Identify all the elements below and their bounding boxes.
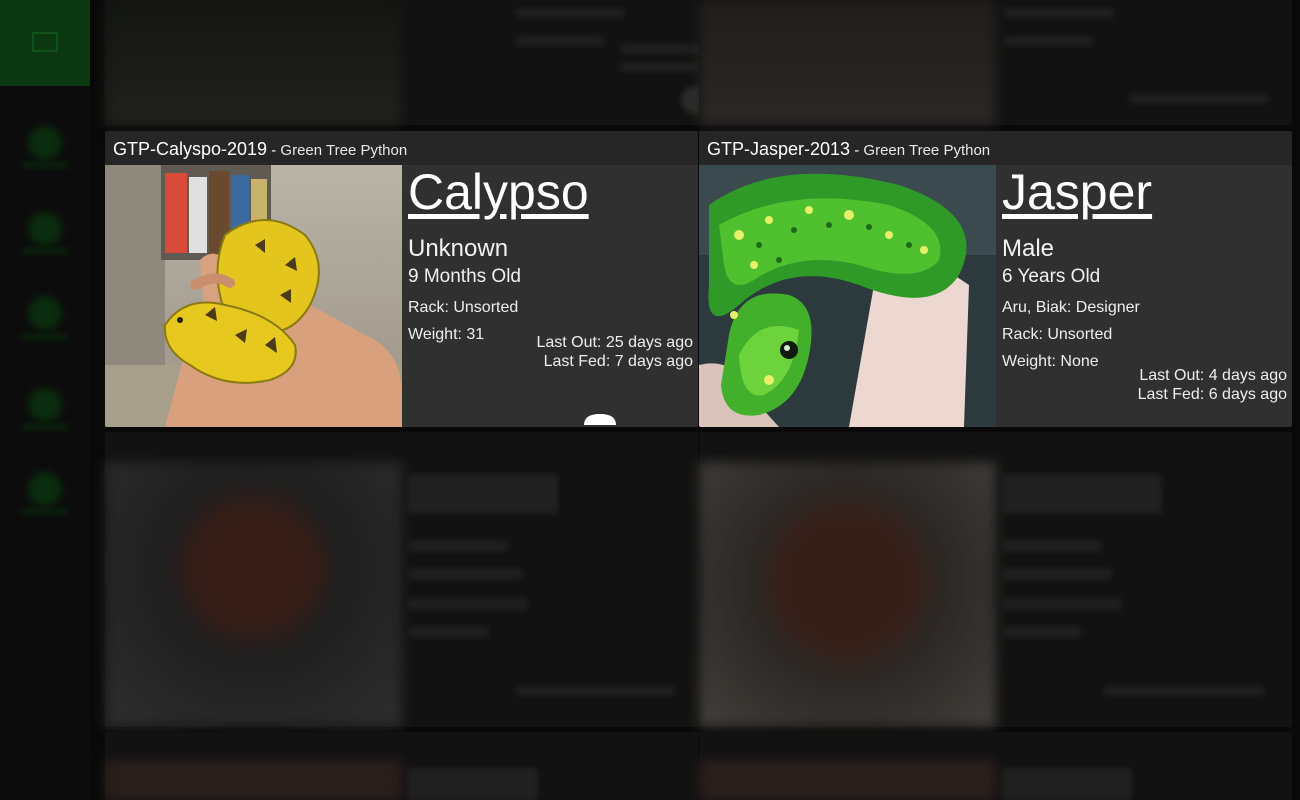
- last-fed: Last Fed: 7 days ago: [543, 353, 693, 370]
- species-label: Green Tree Python: [280, 142, 408, 159]
- activity-stamps: Last Out: 25 days ago Last Fed: 7 days a…: [536, 333, 693, 371]
- animal-card-calypso[interactable]: GTP-Calyspo-2019 - Green Tree Python Cal…: [105, 131, 698, 427]
- activity-stamps: Last Out: 4 days ago Last Fed: 6 days ag…: [1138, 366, 1287, 404]
- card-header-title: GTP-Jasper-2013 - Green Tree Python: [707, 139, 990, 160]
- animal-weight: Weight: 31: [408, 326, 485, 343]
- animal-rack: Rack: Unsorted: [408, 299, 519, 316]
- last-out: Last Out: 25 days ago: [536, 334, 693, 351]
- last-out: Last Out: 4 days ago: [1139, 367, 1287, 384]
- animal-photo[interactable]: [699, 165, 996, 427]
- animal-sex: Male: [1002, 235, 1055, 262]
- header-separator: -: [850, 142, 864, 159]
- species-label: Green Tree Python: [863, 142, 991, 159]
- animal-rack: Rack: Unsorted: [1002, 326, 1113, 343]
- animal-name-link[interactable]: Jasper: [1002, 165, 1152, 220]
- card-header: GTP-Jasper-2013 - Green Tree Python: [699, 131, 1292, 165]
- animal-genetics: Aru, Biak: Designer: [1002, 299, 1140, 316]
- header-separator: -: [267, 142, 281, 159]
- hamburger-icon[interactable]: [582, 413, 618, 427]
- last-fed: Last Fed: 6 days ago: [1137, 386, 1287, 403]
- animal-name-link[interactable]: Calypso: [408, 165, 589, 220]
- animal-id: GTP-Calyspo-2019: [113, 139, 268, 159]
- animal-sex: Unknown: [408, 235, 509, 262]
- animal-id: GTP-Jasper-2013: [707, 139, 851, 159]
- card-header: GTP-Calyspo-2019 - Green Tree Python: [105, 131, 698, 165]
- card-header-title: GTP-Calyspo-2019 - Green Tree Python: [113, 139, 407, 160]
- animal-age: 9 Months Old: [408, 266, 521, 287]
- animal-photo[interactable]: [105, 165, 402, 427]
- animal-info: Calypso Unknown 9 Months Old Rack: Unsor…: [408, 165, 693, 427]
- animal-info: Jasper Male 6 Years Old Aru, Biak: Desig…: [1002, 165, 1287, 427]
- animal-weight: Weight: None: [1002, 353, 1099, 370]
- animal-card-jasper[interactable]: GTP-Jasper-2013 - Green Tree Python Jasp…: [699, 131, 1292, 427]
- animal-age: 6 Years Old: [1002, 266, 1101, 287]
